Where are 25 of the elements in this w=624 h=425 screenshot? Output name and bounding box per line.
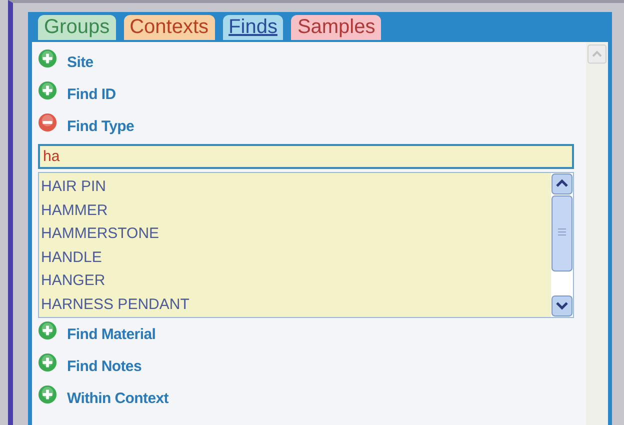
tab[interactable]: Samples [291, 15, 382, 40]
option-item[interactable]: HANDLE [39, 246, 551, 269]
minus-icon[interactable] [38, 112, 57, 132]
filter-label[interactable]: Find ID [67, 86, 116, 102]
filter-label[interactable]: Site [67, 54, 94, 70]
filter-label[interactable]: Find Notes [67, 358, 142, 374]
filter-label[interactable]: Find Type [67, 118, 134, 134]
option-item[interactable]: HAMMERSTONE [39, 222, 551, 246]
tab[interactable]: Groups [38, 15, 116, 40]
option-item[interactable]: HAMMER [39, 198, 551, 222]
filter-label[interactable]: Within Context [67, 390, 168, 406]
search-field[interactable]: ha [38, 144, 574, 169]
filter-label[interactable]: Find Material [67, 326, 156, 342]
tab[interactable]: Finds [222, 15, 284, 40]
option-item[interactable]: HANGER [39, 269, 551, 292]
scrollbar[interactable] [586, 42, 608, 425]
option-item[interactable]: HAIR PIN [39, 175, 551, 198]
scrollbar[interactable] [551, 173, 573, 317]
plus-icon[interactable] [38, 384, 57, 404]
plus-icon[interactable] [38, 352, 57, 372]
option-item[interactable]: HARNESS PENDANT [39, 292, 551, 316]
tab[interactable]: Contexts [124, 15, 215, 40]
plus-icon[interactable] [38, 48, 57, 68]
plus-icon[interactable] [38, 80, 57, 100]
plus-icon[interactable] [38, 320, 57, 340]
